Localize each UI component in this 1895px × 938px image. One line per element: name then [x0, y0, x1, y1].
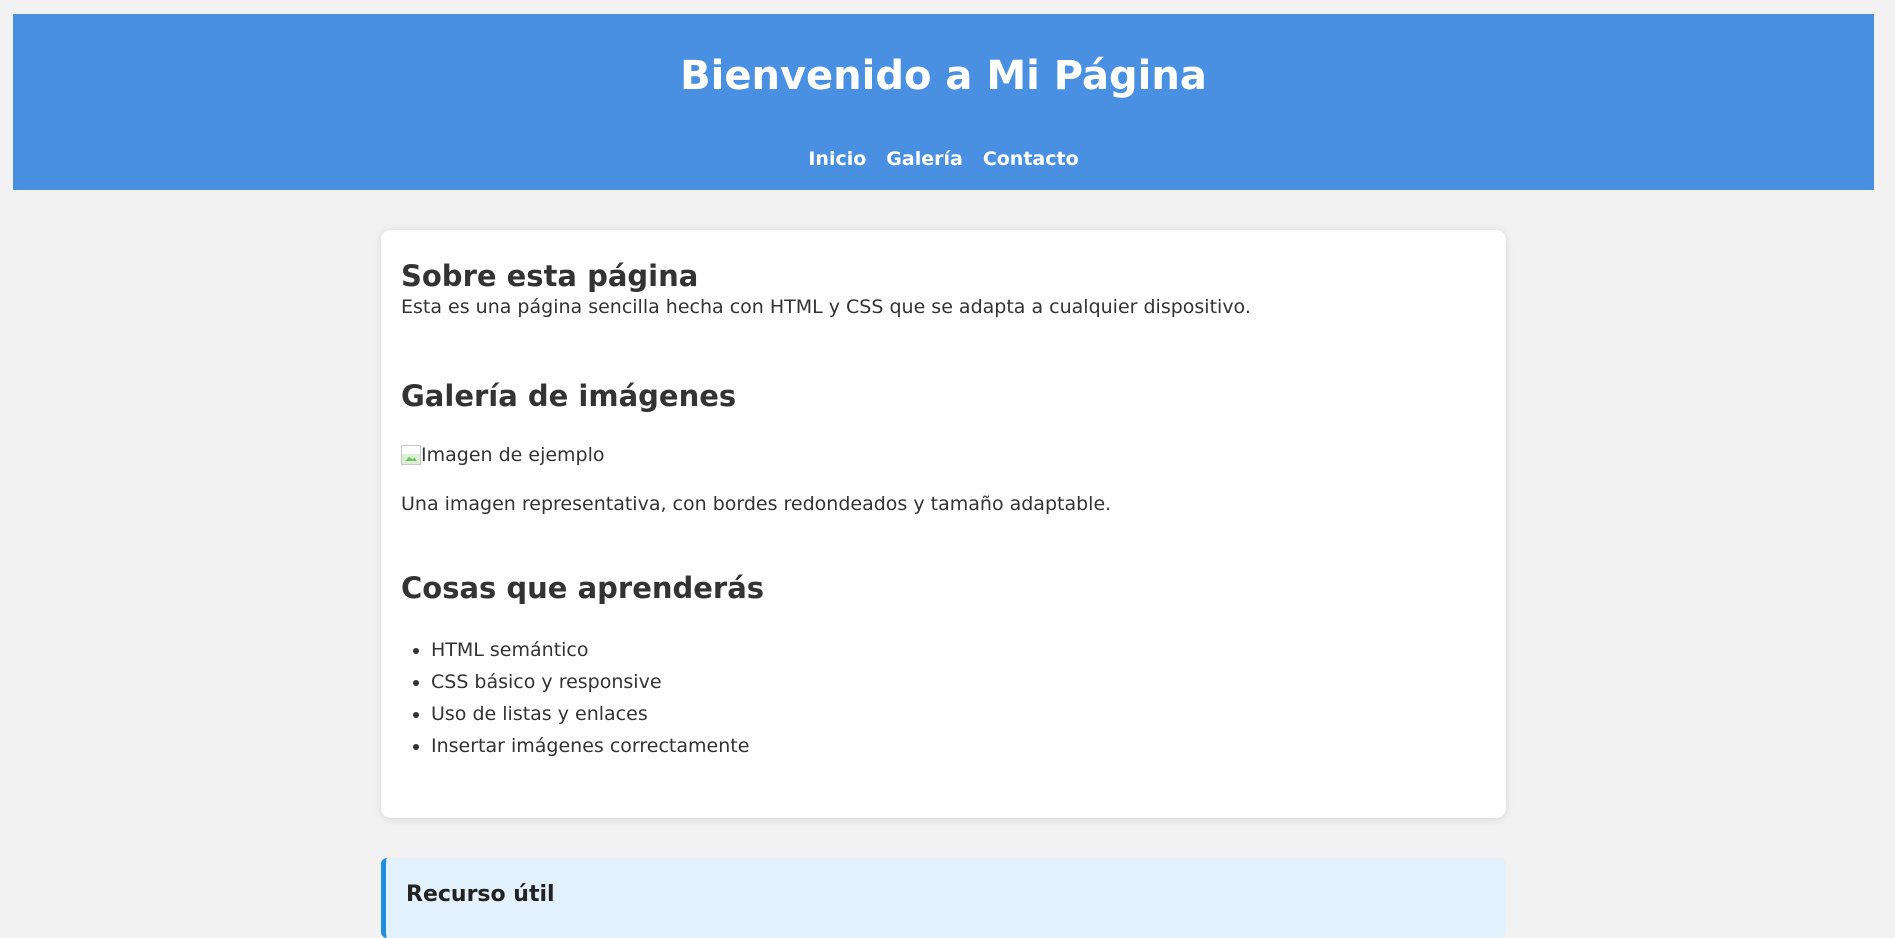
broken-image-icon [401, 445, 421, 466]
image-alt-text: Imagen de ejemplo [421, 444, 605, 467]
learn-list: HTML semántico CSS básico y responsive U… [401, 634, 1486, 762]
list-item-listas-enlaces: Uso de listas y enlaces [431, 698, 1486, 730]
content-card: Sobre esta página Esta es una página sen… [381, 230, 1506, 818]
list-item-insertar-imagenes: Insertar imágenes correctamente [431, 730, 1486, 762]
nav-link-inicio[interactable]: Inicio [808, 144, 866, 174]
list-item-css-basico: CSS básico y responsive [431, 666, 1486, 698]
resource-box: Recurso útil [381, 858, 1506, 938]
learn-section: Cosas que aprenderás HTML semántico CSS … [401, 570, 1486, 762]
example-image: Imagen de ejemplo [401, 440, 1486, 470]
resource-title: Recurso útil [406, 882, 555, 907]
list-item-html-semantico: HTML semántico [431, 634, 1486, 666]
gallery-title: Galería de imágenes [401, 379, 737, 413]
about-section: Sobre esta página Esta es una página sen… [401, 258, 1486, 378]
nav-link-contacto[interactable]: Contacto [983, 144, 1079, 174]
image-caption: Una imagen representativa, con bordes re… [401, 493, 1112, 516]
learn-title: Cosas que aprenderás [401, 570, 765, 605]
site-header: Bienvenido a Mi Página Inicio Galería Co… [13, 14, 1874, 190]
gallery-section: Galería de imágenes Imagen de ejemplo Un… [401, 378, 1486, 518]
about-text: Esta es una página sencilla hecha con HT… [401, 296, 1251, 319]
about-title: Sobre esta página [401, 259, 699, 293]
page-title: Bienvenido a Mi Página [680, 53, 1207, 99]
nav-link-galeria[interactable]: Galería [886, 144, 963, 174]
main-nav: Inicio Galería Contacto [13, 144, 1874, 174]
